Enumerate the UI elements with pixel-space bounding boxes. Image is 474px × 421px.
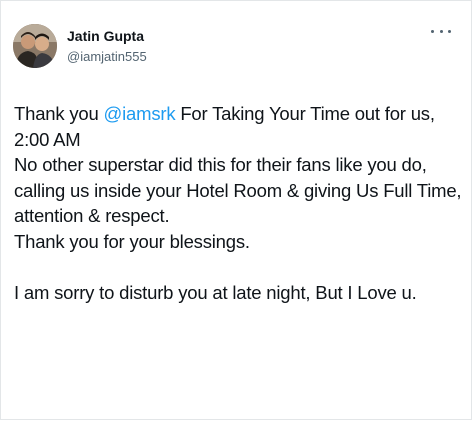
- mention-link[interactable]: @iamsrk: [104, 103, 176, 124]
- tweet-line-5: attention & respect.: [14, 205, 170, 226]
- tweet-text-part: For Taking Your Time out for us,: [175, 103, 435, 124]
- tweet-line-1: Thank you @iamsrk For Taking Your Time o…: [14, 101, 466, 127]
- more-horizontal-icon[interactable]: [431, 25, 451, 37]
- author-handle[interactable]: @iamjatin555: [67, 49, 147, 64]
- tweet-line-7: I am sorry to disturb you at late night,…: [14, 281, 417, 303]
- more-dot: [431, 29, 434, 33]
- tweet-text: Thank you @iamsrk For Taking Your Time o…: [14, 101, 466, 305]
- tweet-text-part: Thank you: [14, 103, 104, 124]
- author-name[interactable]: Jatin Gupta: [67, 28, 144, 44]
- tweet-card: Jatin Gupta @iamjatin555 Thank you @iams…: [0, 0, 472, 420]
- avatar-photo: [13, 24, 57, 68]
- avatar[interactable]: [13, 24, 57, 68]
- paragraph-break: [14, 254, 466, 280]
- more-dot: [439, 29, 443, 33]
- more-dot: [448, 29, 451, 33]
- tweet-line-2: 2:00 AM: [14, 128, 81, 150]
- tweet-line-6: Thank you for your blessings.: [14, 230, 250, 252]
- tweet-line-3: No other superstar did this for their fa…: [14, 154, 427, 175]
- tweet-line-4: calling us inside your Hotel Room & givi…: [14, 179, 462, 201]
